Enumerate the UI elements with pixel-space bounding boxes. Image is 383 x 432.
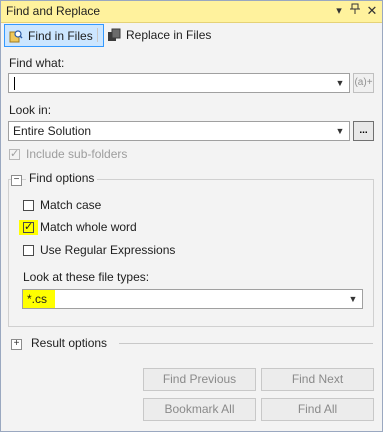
look-in-label: Look in: xyxy=(9,103,52,117)
match-whole-word-checkbox[interactable]: ✓ xyxy=(23,222,34,233)
replace-in-files-icon xyxy=(107,28,121,42)
result-options-title[interactable]: Result options xyxy=(28,336,111,350)
file-types-value: *.cs xyxy=(27,292,48,306)
find-all-button[interactable]: Find All xyxy=(261,398,374,421)
tab-label: Find in Files xyxy=(28,28,93,43)
tab-replace-in-files[interactable]: Replace in Files xyxy=(103,24,217,45)
bookmark-all-button[interactable]: Bookmark All xyxy=(143,398,256,421)
regex-builder-button[interactable]: (a)+ xyxy=(353,73,374,93)
title-bar[interactable]: Find and Replace ▾ ✕ xyxy=(1,1,382,23)
find-options-title[interactable]: Find options xyxy=(26,171,98,185)
pin-icon[interactable] xyxy=(347,3,363,19)
collapse-find-options-icon[interactable]: − xyxy=(11,175,22,186)
chevron-down-icon[interactable]: ▼ xyxy=(348,293,358,305)
match-case-checkbox[interactable] xyxy=(23,200,34,211)
use-regex-label: Use Regular Expressions xyxy=(40,243,176,257)
chevron-down-icon[interactable]: ▼ xyxy=(335,77,345,89)
find-replace-window: Find and Replace ▾ ✕ Find in Files Repla… xyxy=(0,0,383,432)
find-what-label: Find what: xyxy=(9,56,65,70)
include-subfolders-checkbox[interactable]: ✓ xyxy=(9,149,20,160)
file-types-combobox[interactable]: *.cs ▼ xyxy=(22,289,363,309)
find-next-button[interactable]: Find Next xyxy=(261,368,374,391)
find-in-files-icon xyxy=(9,29,23,43)
mode-toolbar: Find in Files Replace in Files xyxy=(1,23,382,48)
match-case-label: Match case xyxy=(40,198,102,212)
expand-result-options-icon[interactable]: + xyxy=(11,339,22,350)
result-options-divider xyxy=(119,343,373,344)
find-what-combobox[interactable]: ▼ xyxy=(8,73,350,93)
text-caret xyxy=(14,77,15,90)
include-subfolders-label: Include sub-folders xyxy=(26,147,128,161)
tab-find-in-files[interactable]: Find in Files xyxy=(4,24,104,47)
tab-label: Replace in Files xyxy=(126,27,212,42)
look-in-value: Entire Solution xyxy=(13,124,92,138)
window-menu-dropdown-icon[interactable]: ▾ xyxy=(331,3,347,19)
file-types-label: Look at these file types: xyxy=(23,270,150,284)
browse-button[interactable]: ... xyxy=(353,121,374,141)
chevron-down-icon[interactable]: ▼ xyxy=(335,125,345,137)
match-whole-word-label: Match whole word xyxy=(40,220,137,234)
toolbar-separator xyxy=(97,28,98,42)
window-title: Find and Replace xyxy=(6,4,101,18)
close-icon[interactable]: ✕ xyxy=(364,3,380,19)
find-previous-button[interactable]: Find Previous xyxy=(143,368,256,391)
look-in-combobox[interactable]: Entire Solution ▼ xyxy=(8,121,350,141)
use-regex-checkbox[interactable] xyxy=(23,245,34,256)
